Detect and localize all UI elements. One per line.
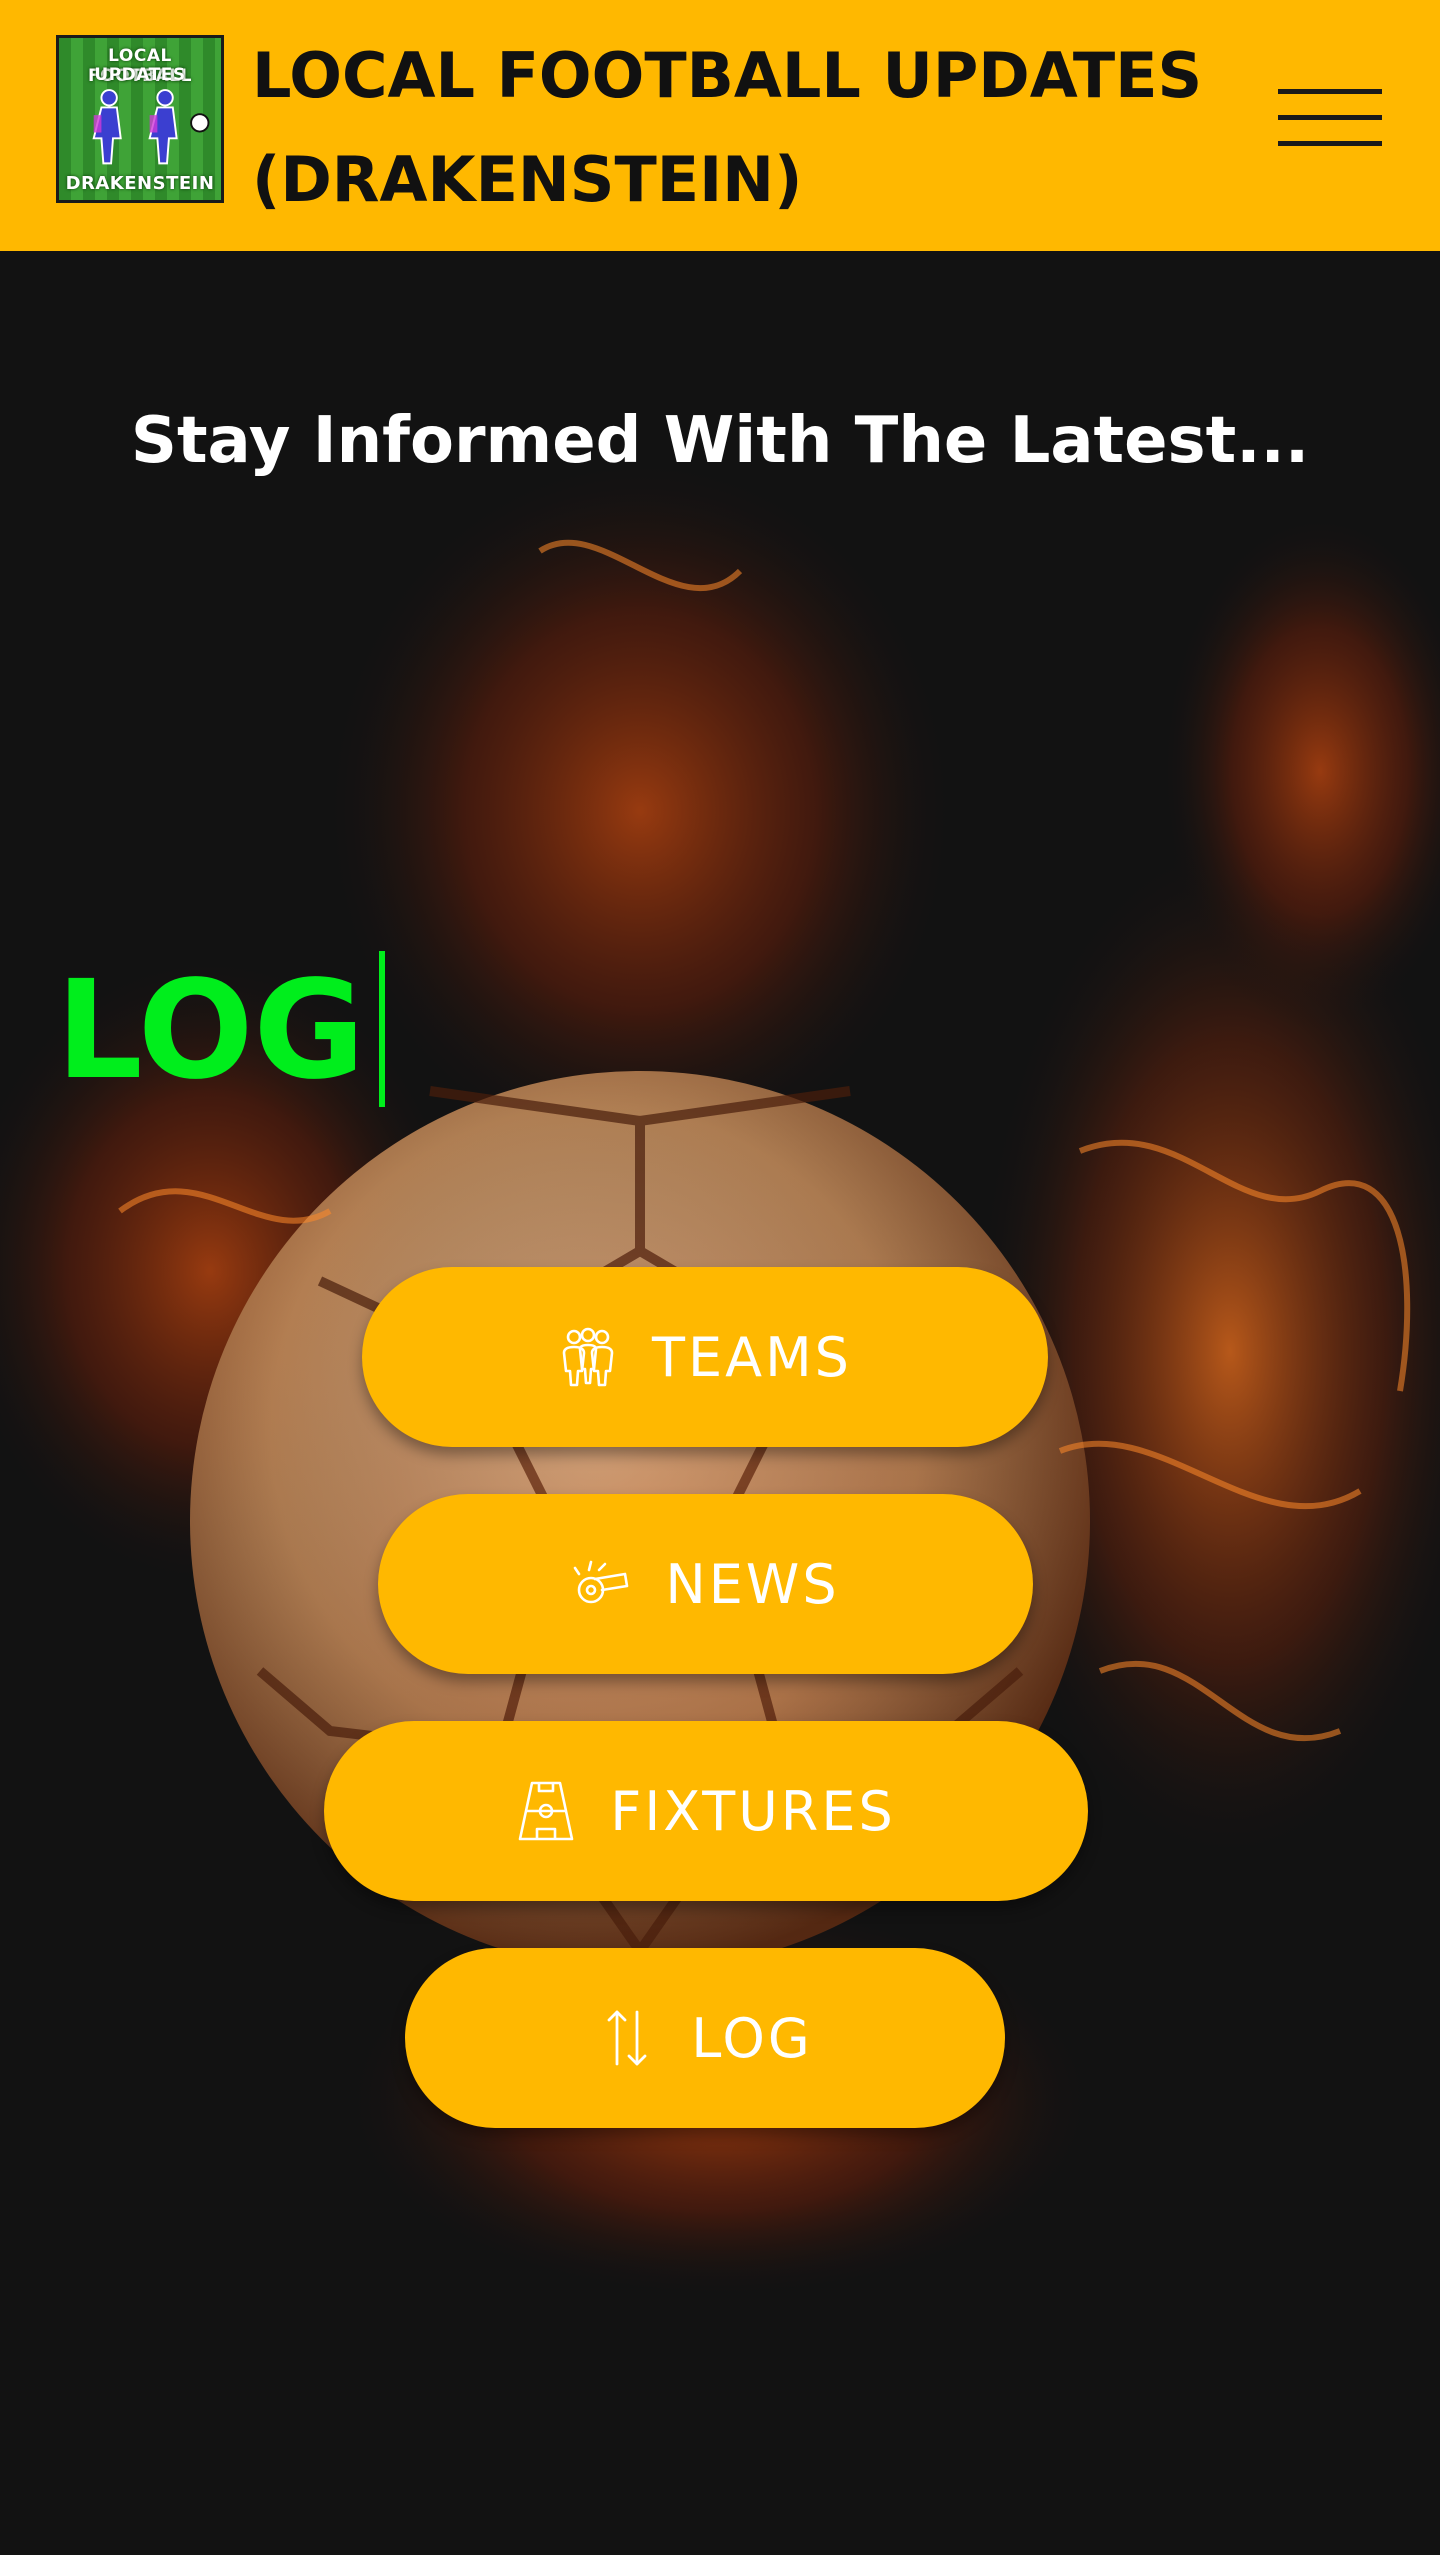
sort-arrows-icon	[597, 2006, 657, 2070]
log-button-label: LOG	[691, 2006, 813, 2070]
hero-tagline: Stay Informed With The Latest...	[130, 404, 1310, 478]
menu-bar	[1278, 115, 1382, 120]
hero-section: Stay Informed With The Latest... LOG TEA…	[0, 251, 1440, 2555]
teams-button-label: TEAMS	[652, 1325, 852, 1389]
whistle-icon	[571, 1552, 631, 1616]
teams-button[interactable]: TEAMS	[362, 1267, 1048, 1447]
typed-text-container: LOG	[56, 951, 386, 1111]
typed-word: LOG	[56, 952, 366, 1110]
logo-text-line-2: UPDATES	[94, 65, 186, 85]
news-button-label: NEWS	[665, 1552, 840, 1616]
fixtures-button[interactable]: FIXTURES	[324, 1721, 1088, 1901]
menu-bar	[1278, 89, 1382, 94]
logo-text-line-3: DRAKENSTEIN	[65, 173, 215, 194]
site-title[interactable]: LOCAL FOOTBALL UPDATES (DRAKENSTEIN)	[252, 24, 1242, 232]
menu-bar	[1278, 141, 1382, 146]
site-logo[interactable]: LOCAL FOOTBALL UPDATES DRAKENSTEIN	[56, 35, 224, 203]
log-button[interactable]: LOG	[405, 1948, 1005, 2128]
people-group-icon	[558, 1325, 618, 1389]
hamburger-menu-icon[interactable]	[1270, 80, 1382, 154]
news-button[interactable]: NEWS	[378, 1494, 1033, 1674]
football-pitch-icon	[516, 1779, 576, 1843]
typing-cursor	[379, 951, 386, 1107]
fixtures-button-label: FIXTURES	[610, 1779, 896, 1843]
site-header: LOCAL FOOTBALL UPDATES DRAKENSTEIN LOCAL…	[0, 0, 1440, 251]
